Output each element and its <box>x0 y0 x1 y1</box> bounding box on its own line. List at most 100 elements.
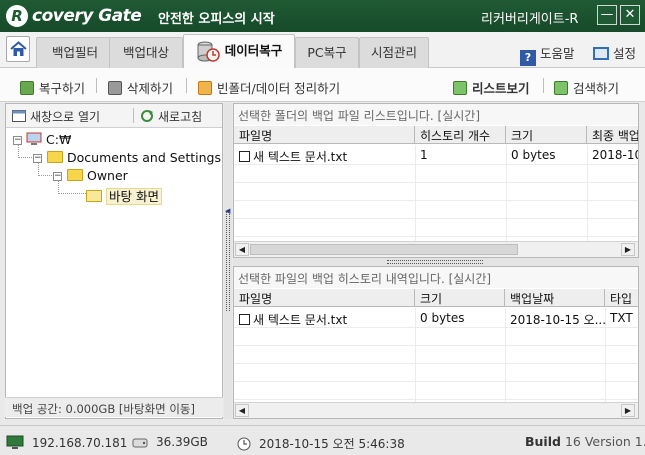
list-view-icon <box>453 81 467 95</box>
grid-row-line <box>234 182 638 183</box>
column-header-size[interactable]: 크기 <box>506 126 587 144</box>
tree-item-desktop[interactable]: 바탕 화면 <box>86 186 162 205</box>
build-number: 16 <box>564 434 581 449</box>
column-header-filename[interactable]: 파일명 <box>234 126 415 144</box>
list-view-button[interactable]: 리스트보기 <box>453 78 530 97</box>
file-name-cell: 새 텍스트 문서.txt <box>234 146 415 164</box>
splitter-grip <box>226 211 230 311</box>
restore-icon <box>20 81 34 95</box>
tab-bar: 백업필터 백업대상 데이터복구 PC복구 시점관리 ? 도움말 설정 <box>0 32 645 68</box>
file-list-hscrollbar[interactable]: ◀ ▶ <box>234 241 638 257</box>
grid-row-line <box>234 381 638 382</box>
restore-button[interactable]: 복구하기 <box>20 78 85 97</box>
app-logo: R covery Gate <box>6 5 142 27</box>
column-header-size[interactable]: 크기 <box>415 289 505 307</box>
refresh-icon <box>141 110 153 122</box>
grid-row-line <box>234 327 638 328</box>
trash-icon <box>108 81 122 95</box>
tab-snapshot-manage[interactable]: 시점관리 <box>359 37 429 68</box>
hard-disk-icon <box>132 438 148 448</box>
disk-free: 36.39GB <box>156 435 208 449</box>
tree-connector <box>18 144 19 158</box>
folder-icon <box>67 169 83 181</box>
folder-icon <box>47 151 63 163</box>
scroll-left-button[interactable]: ◀ <box>235 243 249 256</box>
file-name-cell: 새 텍스트 문서.txt <box>234 309 415 327</box>
scroll-left-button[interactable]: ◀ <box>235 404 249 417</box>
grid-row-line <box>234 399 638 400</box>
tree-item-documents-and-settings[interactable]: Documents and Settings <box>47 150 221 165</box>
column-header-filename[interactable]: 파일명 <box>234 289 415 307</box>
backup-history-panel: 선택한 파일의 백업 히스토리 내역입니다. [실시간] 파일명 크기 백업날짜… <box>233 266 639 419</box>
row-checkbox[interactable] <box>239 151 250 162</box>
history-hscrollbar[interactable]: ◀ ▶ <box>234 402 638 418</box>
settings-link[interactable]: 설정 <box>593 43 636 62</box>
tree-expander[interactable]: − <box>53 172 62 181</box>
folder-tree-panel: 새창으로 열기 새로고침 − C:₩ − Documents and Setti… <box>5 103 223 419</box>
file-name: 새 텍스트 문서.txt <box>253 150 348 164</box>
datetime-status: 2018-10-15 오전 5:46:38 <box>237 435 405 452</box>
home-button[interactable] <box>6 36 30 62</box>
home-icon <box>10 41 27 56</box>
size-cell: 0 bytes <box>511 148 556 162</box>
row-checkbox[interactable] <box>239 314 250 325</box>
backup-space-status: 백업 공간: 0.000GB [바탕화면 이동] <box>5 397 223 417</box>
scroll-right-button[interactable]: ▶ <box>621 404 635 417</box>
tree-item-drive-c[interactable]: C:₩ <box>26 132 71 147</box>
tree-item-label: C:₩ <box>46 132 72 147</box>
folder-clean-icon <box>198 81 212 95</box>
scroll-right-button[interactable]: ▶ <box>621 243 635 256</box>
tree-expander[interactable]: − <box>13 136 22 145</box>
toolbar-divider <box>96 78 97 93</box>
tab-backup-target[interactable]: 백업대상 <box>109 37 183 68</box>
ip-address: 192.168.70.181 <box>32 436 128 450</box>
column-header-last-backup[interactable]: 최종 백업 <box>587 126 638 144</box>
column-header-type[interactable]: 타입 <box>605 289 638 307</box>
refresh-label: 새로고침 <box>158 110 203 124</box>
history-count-cell: 1 <box>420 148 428 162</box>
close-button[interactable]: ✕ <box>620 5 640 25</box>
help-link[interactable]: ? 도움말 <box>520 43 575 66</box>
toolbar-divider <box>186 78 187 93</box>
delete-button[interactable]: 삭제하기 <box>108 78 173 97</box>
help-label: 도움말 <box>540 46 575 61</box>
column-header-history-count[interactable]: 히스토리 개수 <box>415 126 506 144</box>
grid-row-line <box>234 236 638 237</box>
tab-backup-filter[interactable]: 백업필터 <box>36 37 114 68</box>
grid-row-line <box>234 200 638 201</box>
app-slogan: 안전한 오피스의 시작 <box>158 12 275 27</box>
help-icon: ? <box>520 50 536 66</box>
tree-connector <box>58 180 59 194</box>
last-backup-cell: 2018-10- <box>592 148 638 162</box>
vertical-splitter[interactable]: ◀ <box>224 103 232 419</box>
list-view-label: 리스트보기 <box>472 81 530 96</box>
restore-label: 복구하기 <box>39 81 86 96</box>
tree-connector <box>58 193 86 194</box>
tree-item-owner[interactable]: Owner <box>67 168 128 183</box>
tree-expander[interactable]: − <box>33 154 42 163</box>
new-window-label: 새창으로 열기 <box>30 110 101 124</box>
tab-data-restore-label: 데이터복구 <box>224 43 283 58</box>
search-label: 검색하기 <box>573 81 620 96</box>
cleanup-label: 빈폴더/데이터 정리하기 <box>217 81 341 96</box>
new-window-icon <box>12 110 26 122</box>
search-button[interactable]: 검색하기 <box>554 78 619 97</box>
refresh-button[interactable]: 새로고침 <box>140 108 202 125</box>
cleanup-button[interactable]: 빈폴더/데이터 정리하기 <box>198 78 340 97</box>
open-folder-icon <box>86 190 102 202</box>
monitor-settings-icon <box>593 47 609 60</box>
logo-text: covery Gate <box>32 6 142 26</box>
tab-pc-restore[interactable]: PC복구 <box>295 37 359 68</box>
scroll-thumb[interactable] <box>250 244 518 255</box>
action-toolbar: 복구하기 삭제하기 빈폴더/데이터 정리하기 리스트보기 검색하기 <box>0 68 645 102</box>
minimize-button[interactable]: — <box>597 5 617 25</box>
backup-date-cell: 2018-10-15 오... <box>510 313 605 327</box>
column-header-backup-date[interactable]: 백업날짜 <box>505 289 605 307</box>
tab-data-restore[interactable]: 데이터복구 <box>183 34 295 68</box>
new-window-button[interactable]: 새창으로 열기 <box>12 108 100 125</box>
tree-connector <box>18 157 32 158</box>
toolbar-divider <box>543 78 544 93</box>
horizontal-splitter[interactable] <box>233 258 639 266</box>
backup-file-list-panel: 선택한 폴더의 백업 파일 리스트입니다. [실시간] 파일명 히스토리 개수 … <box>233 103 639 258</box>
history-caption: 선택한 파일의 백업 히스토리 내역입니다. [실시간] <box>234 267 638 288</box>
